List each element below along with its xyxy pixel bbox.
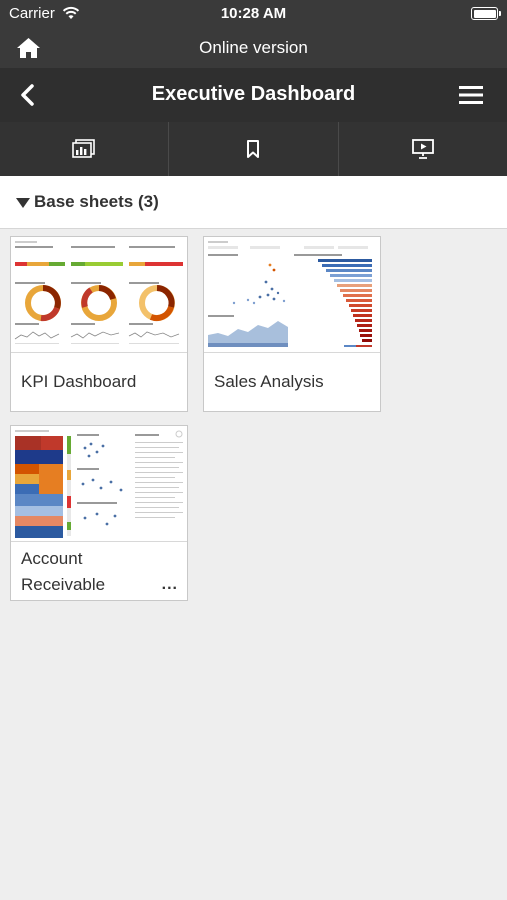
battery-icon: [471, 7, 501, 20]
sheet-title-line-2: Receivable: [21, 575, 106, 594]
sheet-title-line-1: Account: [21, 549, 83, 568]
online-version-bar: Online version: [0, 28, 507, 68]
sheet-card-account-receivable[interactable]: Account Receivable ...: [10, 425, 188, 601]
page-title: Executive Dashboard: [151, 83, 356, 105]
tab-bar: [0, 122, 507, 176]
sheet-title: KPI Dashboard: [21, 372, 137, 391]
sheet-title: Sales Analysis: [214, 372, 324, 391]
status-bar: Carrier 10:28 AM: [0, 0, 507, 28]
tab-sheets[interactable]: [0, 122, 170, 176]
base-sheets-label: Base sheets (3): [34, 192, 159, 211]
collapse-triangle-icon: [16, 198, 30, 208]
clock: 10:28 AM: [220, 5, 287, 22]
tab-bookmarks[interactable]: [169, 122, 339, 176]
sheet-card-sales-analysis[interactable]: Sales Analysis: [203, 236, 381, 412]
nav-bar: Executive Dashboard: [0, 68, 507, 122]
tab-present[interactable]: [339, 122, 507, 176]
more-options-button[interactable]: ...: [162, 576, 178, 594]
present-icon: [411, 139, 434, 159]
base-sheets-header[interactable]: Base sheets (3): [0, 176, 507, 229]
online-version-title: Online version: [199, 38, 308, 57]
sheet-card-kpi-dashboard[interactable]: KPI Dashboard: [10, 236, 188, 412]
bookmark-icon: [247, 140, 260, 158]
sheet-thumbnail: [11, 426, 187, 542]
sheet-thumbnail: [204, 237, 380, 353]
hamburger-menu-icon[interactable]: [457, 84, 485, 106]
sheets-icon: [72, 139, 95, 158]
sheet-thumbnail: [11, 237, 187, 353]
